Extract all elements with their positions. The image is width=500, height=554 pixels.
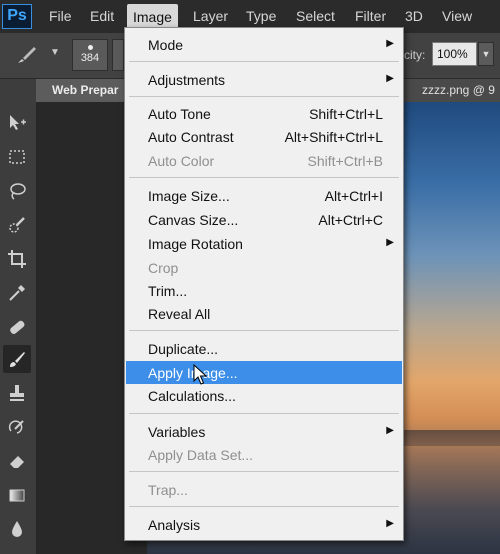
lasso-icon[interactable] [3,177,31,205]
opacity-input[interactable]: 100% [432,42,477,66]
menu-item-variables[interactable]: Variables ▶ [126,420,402,443]
brush-preset-dropdown-icon[interactable]: ▼ [50,47,60,58]
submenu-arrow-icon: ▶ [386,518,394,529]
menu-separator [129,413,399,414]
menu-filter[interactable]: Filter [355,8,386,24]
menu-view[interactable]: View [442,8,472,24]
brush-size-value: 384 [80,52,100,64]
opacity-dropdown-icon[interactable]: ▼ [478,42,494,66]
history-brush-icon[interactable] [3,413,31,441]
eraser-icon[interactable] [3,447,31,475]
brush-icon[interactable] [3,345,31,373]
healing-brush-icon[interactable] [3,313,31,341]
menu-item-image-size[interactable]: Image Size... Alt+Ctrl+I [126,184,402,207]
crop-icon[interactable] [3,245,31,273]
shortcut-label: Shift+Ctrl+B [307,153,383,169]
menu-item-trim[interactable]: Trim... [126,279,402,302]
menu-item-apply-image[interactable]: Apply Image... [126,361,402,384]
submenu-arrow-icon: ▶ [386,425,394,436]
shortcut-label: Shift+Ctrl+L [309,106,383,122]
menu-item-auto-contrast[interactable]: Auto Contrast Alt+Shift+Ctrl+L [126,125,402,148]
document-tab-zzzz[interactable]: zzzz.png @ 9 [400,79,500,102]
shortcut-label: Alt+Ctrl+I [324,188,383,204]
submenu-arrow-icon: ▶ [386,73,394,84]
eyedropper-icon[interactable] [3,279,31,307]
brush-size-picker[interactable]: 384 [72,39,108,71]
menu-item-crop: Crop [148,260,179,276]
photoshop-logo: Ps [2,4,32,29]
image-menu-dropdown: Mode ▶ Adjustments ▶ Auto Tone Shift+Ctr… [124,27,404,541]
menu-layer[interactable]: Layer [193,8,228,24]
menu-item-analysis[interactable]: Analysis ▶ [126,513,402,536]
menu-item-reveal-all[interactable]: Reveal All [126,302,402,325]
menu-item-canvas-size[interactable]: Canvas Size... Alt+Ctrl+C [126,208,402,231]
tools-panel [0,79,37,554]
menu-item-adjustments[interactable]: Adjustments ▶ [126,68,402,91]
brush-preset-icon[interactable] [14,43,38,67]
menu-item-mode[interactable]: Mode ▶ [126,33,402,56]
menu-separator [129,506,399,507]
opacity-label: city: [404,48,426,62]
menu-separator [129,330,399,331]
menu-separator [129,177,399,178]
quick-selection-icon[interactable] [3,211,31,239]
menu-file[interactable]: File [49,8,72,24]
blur-icon[interactable] [3,515,31,543]
submenu-arrow-icon: ▶ [386,237,394,248]
brush-size-dropdown[interactable] [112,39,124,71]
menu-separator [129,61,399,62]
menu-item-auto-color: Auto Color Shift+Ctrl+B [148,153,383,169]
document-tab-web-preparation[interactable]: Web Prepar [36,79,126,102]
mouse-cursor-icon [193,364,208,385]
menu-item-apply-data-set: Apply Data Set... [148,447,254,463]
marquee-icon[interactable] [3,143,31,171]
menu-item-duplicate[interactable]: Duplicate... [126,337,402,360]
clone-stamp-icon[interactable] [3,379,31,407]
menu-select[interactable]: Select [296,8,335,24]
move-icon[interactable] [3,109,31,137]
menu-item-calculations[interactable]: Calculations... [126,384,402,407]
menu-item-auto-tone[interactable]: Auto Tone Shift+Ctrl+L [126,102,402,125]
shortcut-label: Alt+Ctrl+C [318,212,383,228]
brush-tip-icon [87,45,93,50]
menu-separator [129,96,399,97]
menu-edit[interactable]: Edit [90,8,114,24]
menu-3d[interactable]: 3D [405,8,423,24]
menu-separator [129,471,399,472]
submenu-arrow-icon: ▶ [386,38,394,49]
menu-item-trap: Trap... [148,482,188,498]
shortcut-label: Alt+Shift+Ctrl+L [284,129,383,145]
menu-type[interactable]: Type [246,8,276,24]
gradient-icon[interactable] [3,481,31,509]
menu-item-image-rotation[interactable]: Image Rotation ▶ [126,232,402,255]
